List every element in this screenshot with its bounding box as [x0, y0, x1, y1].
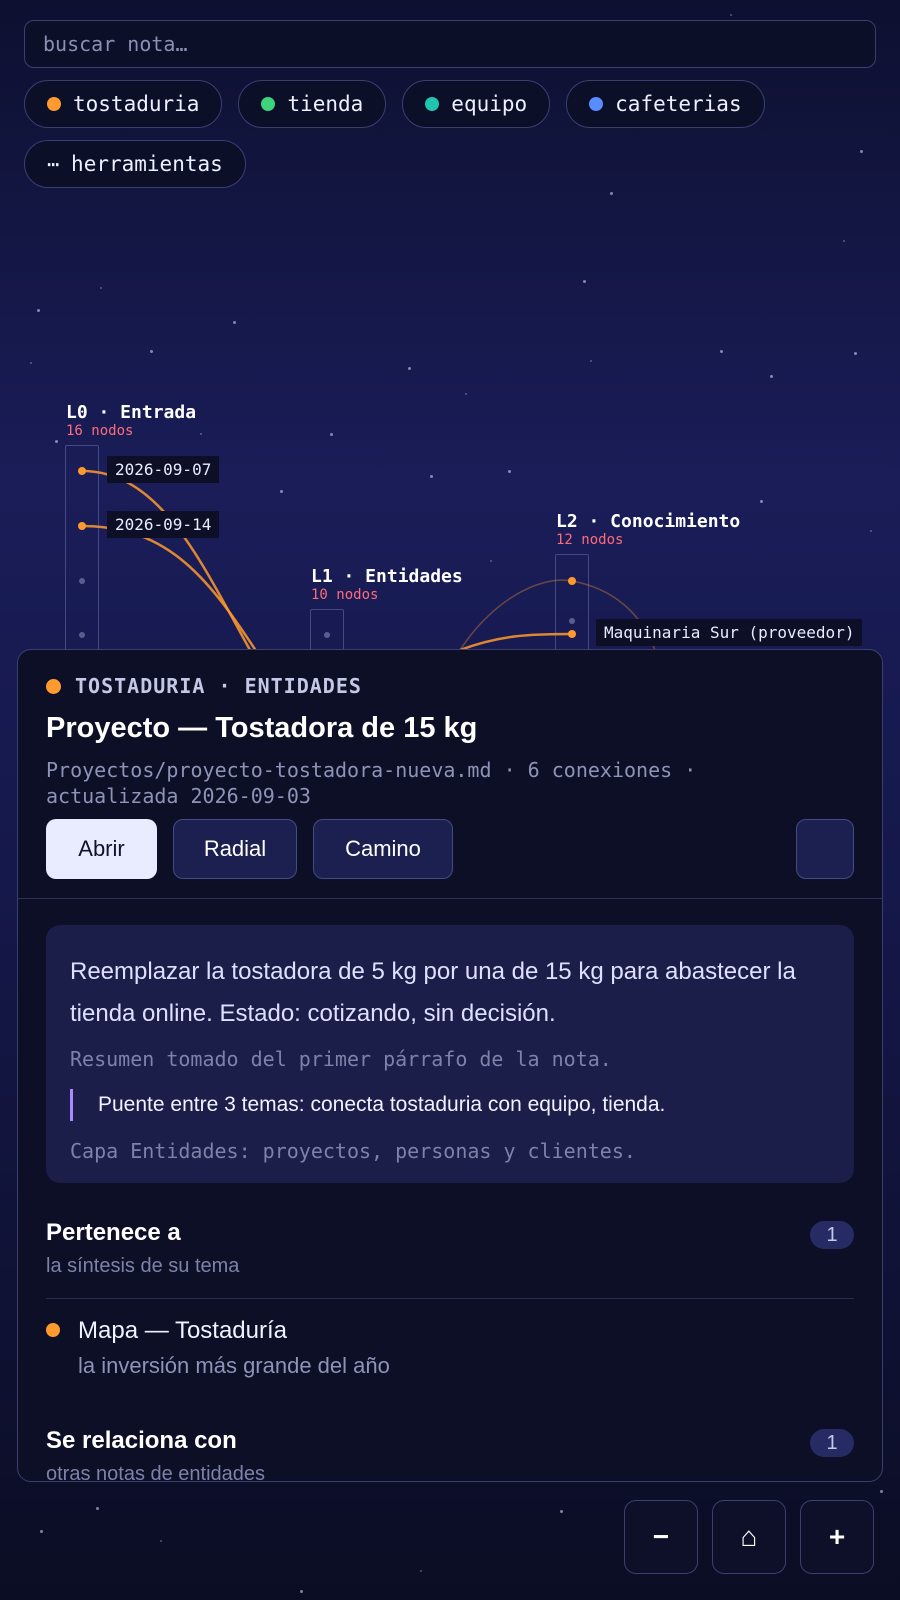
graph-node[interactable] [79, 578, 85, 584]
divider [46, 1298, 854, 1299]
note-updated: actualizada 2026-09-03 [46, 784, 311, 808]
graph-node[interactable] [568, 630, 576, 638]
chip-label: herramientas [71, 152, 223, 176]
chip-cafeterias[interactable]: cafeterias [566, 80, 765, 128]
panel-actions: Abrir Radial Camino [46, 819, 854, 879]
bridge-callout: Puente entre 3 temas: conecta tostaduria… [70, 1089, 830, 1121]
note-title: Proyecto — Tostadora de 15 kg [46, 712, 478, 744]
count-badge: 1 [810, 1221, 854, 1249]
topic-name: TOSTADURIA [75, 674, 206, 698]
section-subtitle: otras notas de entidades [46, 1463, 266, 1482]
layer-title: L2 · Conocimiento [556, 511, 741, 532]
graph-node[interactable] [79, 632, 85, 638]
layer-l1-header: L1 · Entidades 10 nodos [311, 566, 463, 603]
topic-layer-kicker: TOSTADURIA · ENTIDADES [46, 674, 854, 698]
topic-color-dot [261, 97, 276, 111]
chip-label: cafeterias [615, 92, 742, 116]
summary-source-note: Resumen tomado del primer párrafo de la … [70, 1047, 612, 1071]
open-button[interactable]: Abrir [46, 819, 157, 879]
layer-name: ENTIDADES [244, 674, 362, 698]
layer-l0-column [65, 445, 99, 655]
layer-description: Capa Entidades: proyectos, personas y cl… [70, 1139, 636, 1163]
node-label[interactable]: Maquinaria Sur (proveedor) [596, 619, 863, 646]
chip-label: tostaduria [73, 92, 200, 116]
section-title: Pertenece a [46, 1219, 181, 1246]
chip-equipo[interactable]: equipo [402, 80, 551, 128]
note-path: Proyectos/proyecto-tostadora-nueva.md [46, 758, 492, 782]
graph-node[interactable] [78, 467, 86, 475]
summary-text: Reemplazar la tostadora de 5 kg por una … [70, 958, 796, 1027]
graph-edge [81, 524, 264, 661]
note-connections: 6 conexiones [527, 758, 673, 782]
layer-count: 10 nodos [311, 587, 379, 603]
home-icon[interactable]: ⌂ [712, 1500, 786, 1574]
topic-filter-chips: tostaduria tienda equipo cafeterias ⋯ he… [24, 80, 876, 188]
close-panel-button[interactable] [796, 819, 854, 879]
note-detail-panel: TOSTADURIA · ENTIDADES Proyecto — Tostad… [17, 649, 883, 1482]
path-button[interactable]: Camino [313, 819, 453, 879]
chip-tostaduria[interactable]: tostaduria [24, 80, 223, 128]
node-label[interactable]: 2026-09-07 [107, 456, 220, 483]
graph-node[interactable] [324, 632, 330, 638]
graph-node[interactable] [78, 522, 86, 530]
chip-label: equipo [451, 92, 528, 116]
chip-label: tienda [287, 92, 364, 116]
related-note-item[interactable]: Mapa — Tostaduría la inversión más grand… [46, 1317, 854, 1379]
section-related: Se relaciona con otras notas de entidade… [46, 1427, 854, 1482]
topic-color-dot [46, 678, 61, 694]
section-title: Se relaciona con [46, 1427, 237, 1454]
search-input[interactable] [24, 20, 876, 68]
topic-color-dot [46, 1323, 60, 1337]
radial-button[interactable]: Radial [173, 819, 297, 879]
layer-l2-header: L2 · Conocimiento 12 nodos [556, 511, 740, 548]
panel-header: TOSTADURIA · ENTIDADES Proyecto — Tostad… [18, 650, 882, 899]
layer-count: 16 nodos [66, 423, 134, 439]
graph-node[interactable] [569, 618, 575, 624]
note-meta: Proyectos/proyecto-tostadora-nueva.md · … [46, 758, 697, 808]
graph-node[interactable] [568, 577, 576, 585]
zoom-out-button[interactable]: − [624, 1500, 698, 1574]
layer-title: L1 · Entidades [311, 566, 463, 587]
layer-title: L0 · Entrada [66, 402, 197, 423]
layer-count: 12 nodos [556, 532, 624, 548]
note-summary: Reemplazar la tostadora de 5 kg por una … [46, 925, 854, 1183]
topic-color-dot [425, 97, 440, 111]
count-badge: 1 [810, 1429, 854, 1457]
chip-tienda[interactable]: tienda [238, 80, 387, 128]
node-label[interactable]: 2026-09-14 [107, 511, 220, 538]
zoom-in-button[interactable]: + [800, 1500, 874, 1574]
chip-herramientas[interactable]: ⋯ herramientas [24, 140, 246, 188]
related-note-title: Mapa — Tostaduría [78, 1317, 288, 1344]
ellipsis-icon: ⋯ [47, 152, 60, 176]
topic-color-dot [589, 97, 604, 111]
layer-l2-column [555, 554, 589, 659]
layer-l0-header: L0 · Entrada 16 nodos [66, 402, 196, 439]
section-subtitle: la síntesis de su tema [46, 1255, 240, 1277]
related-note-subtitle: la inversión más grande del año [78, 1353, 390, 1378]
graph-edge [81, 469, 252, 651]
topic-color-dot [47, 97, 61, 111]
section-belongs-to: Pertenece a la síntesis de su tema 1 Map… [46, 1219, 854, 1379]
